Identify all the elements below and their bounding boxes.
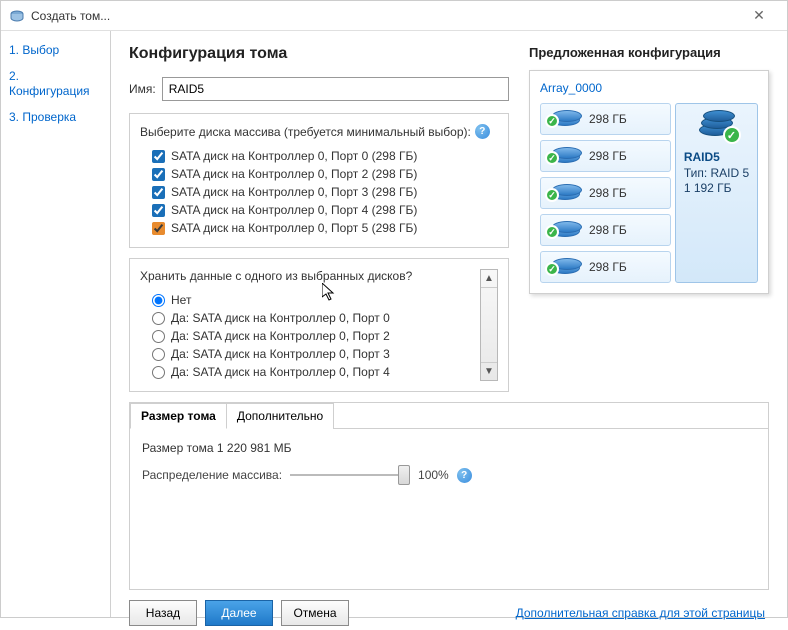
step-2[interactable]: 2. Конфигурация — [9, 69, 102, 100]
raid-type: Тип: RAID 5 — [684, 166, 749, 182]
disk-list: SATA диск на Контроллер 0, Порт 0 (298 Г… — [140, 147, 498, 237]
left-column: Конфигурация тома Имя: Выберите диска ма… — [129, 45, 509, 402]
preserve-radio-3[interactable]: Да: SATA диск на Контроллер 0, Порт 3 — [140, 345, 474, 363]
proposed-disk-3: ✓ 298 ГБ — [540, 214, 671, 246]
step-3[interactable]: 3. Проверка — [9, 110, 102, 126]
preserve-scrollbar[interactable]: ▲ ▼ — [480, 269, 498, 381]
app-icon — [9, 8, 25, 24]
disk-checkbox-4[interactable]: SATA диск на Контроллер 0, Порт 5 (298 Г… — [140, 219, 498, 237]
allocation-value: 100% — [418, 468, 449, 482]
disk-checkbox-2[interactable]: SATA диск на Контроллер 0, Порт 3 (298 Г… — [140, 183, 498, 201]
disk-checkbox-3[interactable]: SATA диск на Контроллер 0, Порт 4 (298 Г… — [140, 201, 498, 219]
preserve-header: Хранить данные с одного из выбранных дис… — [140, 269, 412, 283]
disk-icon: ✓ — [547, 256, 583, 278]
close-button[interactable]: ✕ — [739, 7, 779, 24]
titlebar: Создать том... ✕ — [1, 1, 787, 31]
size-value: 1 220 981 МБ — [217, 441, 292, 455]
disk-icon: ✓ — [547, 145, 583, 167]
cancel-button[interactable]: Отмена — [281, 600, 349, 626]
proposed-title: Предложенная конфигурация — [529, 45, 769, 60]
raid-summary: ✓ RAID5 Тип: RAID 5 1 192 ГБ — [675, 103, 758, 283]
tab-advanced[interactable]: Дополнительно — [226, 403, 334, 429]
content: Конфигурация тома Имя: Выберите диска ма… — [111, 31, 787, 617]
name-input[interactable] — [162, 77, 509, 101]
allocation-label: Распределение массива: — [142, 468, 282, 482]
scroll-up-icon[interactable]: ▲ — [481, 270, 497, 288]
next-button[interactable]: Далее — [205, 600, 273, 626]
preserve-radio-1[interactable]: Да: SATA диск на Контроллер 0, Порт 0 — [140, 309, 474, 327]
help-icon[interactable]: ? — [475, 124, 490, 139]
preserve-radio-2[interactable]: Да: SATA диск на Контроллер 0, Порт 2 — [140, 327, 474, 345]
name-label: Имя: — [129, 82, 156, 96]
proposed-disk-2: ✓ 298 ГБ — [540, 177, 671, 209]
scroll-track[interactable] — [481, 288, 497, 362]
disk-icon: ✓ — [547, 182, 583, 204]
raid-name: RAID5 — [684, 150, 749, 166]
tabs-panel: Размер тома Дополнительно Размер тома 1 … — [129, 402, 769, 590]
proposed-disk-4: ✓ 298 ГБ — [540, 251, 671, 283]
page-title: Конфигурация тома — [129, 45, 509, 63]
help-icon[interactable]: ? — [457, 468, 472, 483]
raid-capacity: 1 192 ГБ — [684, 181, 749, 197]
proposed-disk-list: ✓ 298 ГБ ✓ 298 ГБ ✓ 298 ГБ — [540, 103, 671, 283]
window-title: Создать том... — [31, 9, 739, 23]
preserve-radio-0[interactable]: Нет — [140, 291, 474, 309]
disk-icon: ✓ — [547, 108, 583, 130]
main-area: 1. Выбор 2. Конфигурация 3. Проверка Кон… — [1, 31, 787, 617]
size-label: Размер тома — [142, 441, 214, 455]
array-box: Array_0000 ✓ 298 ГБ ✓ 298 ГБ — [529, 70, 769, 294]
slider-thumb[interactable] — [398, 465, 410, 485]
preserve-radio-4[interactable]: Да: SATA диск на Контроллер 0, Порт 4 — [140, 363, 474, 381]
proposed-disk-1: ✓ 298 ГБ — [540, 140, 671, 172]
wizard-window: Создать том... ✕ 1. Выбор 2. Конфигураци… — [0, 0, 788, 618]
disk-checkbox-0[interactable]: SATA диск на Контроллер 0, Порт 0 (298 Г… — [140, 147, 498, 165]
right-column: Предложенная конфигурация Array_0000 ✓ 2… — [529, 45, 769, 402]
sidebar: 1. Выбор 2. Конфигурация 3. Проверка — [1, 31, 111, 617]
step-1[interactable]: 1. Выбор — [9, 43, 102, 59]
back-button[interactable]: Назад — [129, 600, 197, 626]
scroll-down-icon[interactable]: ▼ — [481, 362, 497, 380]
disk-select-panel: Выберите диска массива (требуется минима… — [129, 113, 509, 248]
preserve-panel: Хранить данные с одного из выбранных дис… — [129, 258, 509, 392]
disk-checkbox-1[interactable]: SATA диск на Контроллер 0, Порт 2 (298 Г… — [140, 165, 498, 183]
allocation-slider[interactable] — [290, 467, 410, 483]
disk-icon: ✓ — [547, 219, 583, 241]
disk-select-header: Выберите диска массива (требуется минима… — [140, 125, 471, 139]
proposed-disk-0: ✓ 298 ГБ — [540, 103, 671, 135]
footer: Назад Далее Отмена Дополнительная справк… — [129, 600, 769, 630]
array-name: Array_0000 — [540, 81, 758, 95]
name-row: Имя: — [129, 77, 509, 101]
raid-icon: ✓ — [697, 110, 737, 144]
tab-size[interactable]: Размер тома — [130, 403, 227, 429]
